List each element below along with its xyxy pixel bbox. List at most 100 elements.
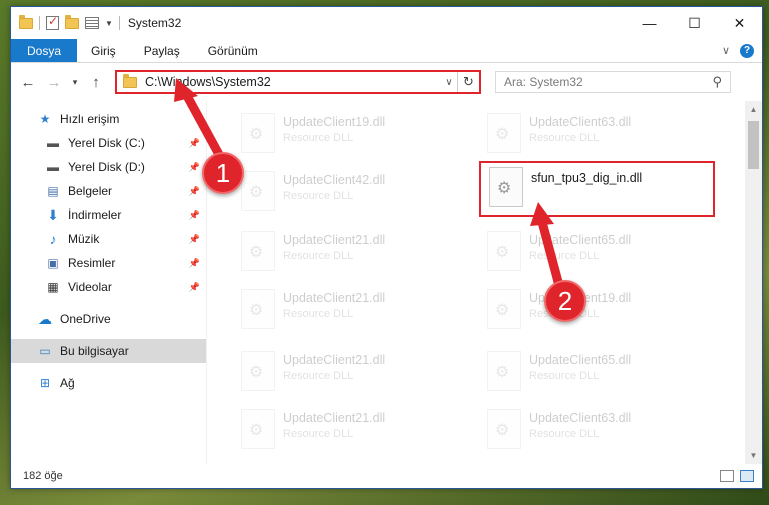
step-1-badge: 1 xyxy=(202,152,244,194)
file-type: Resource DLL xyxy=(529,370,600,382)
download-icon: ⬇ xyxy=(47,206,59,223)
forward-arrow-icon[interactable]: → xyxy=(43,71,65,93)
properties-check-icon[interactable] xyxy=(46,14,59,30)
chevron-down-icon[interactable]: ▼ xyxy=(105,19,113,28)
file-item[interactable]: UpdateClient19.dllResource DLL xyxy=(479,283,709,335)
file-item[interactable]: UpdateClient65.dll Resource DLL xyxy=(479,225,709,277)
window-title: System32 xyxy=(127,16,182,30)
file-item[interactable]: UpdateClient21.dll Resource DLL xyxy=(233,225,463,277)
help-icon[interactable]: ? xyxy=(740,43,754,58)
dll-file-icon xyxy=(487,231,521,271)
file-item[interactable]: UpdateClient21.dll Resource DLL xyxy=(233,345,463,397)
sidebar-item-disk-c[interactable]: ▬ Yerel Disk (C:) 📌 xyxy=(11,131,206,155)
file-name: UpdateClient42.dll xyxy=(283,173,386,187)
sidebar-item-label: OneDrive xyxy=(60,312,111,326)
folder-icon xyxy=(19,14,33,29)
file-type: Resource DLL xyxy=(529,428,600,440)
sidebar-item-pictures[interactable]: ▣ Resimler 📌 xyxy=(11,251,206,275)
back-arrow-icon[interactable]: ← xyxy=(17,71,39,93)
scrollbar-thumb[interactable] xyxy=(748,121,759,169)
maximize-icon[interactable]: ☐ xyxy=(672,7,717,39)
status-bar: 182 öğe xyxy=(11,464,762,488)
sidebar-item-label: Yerel Disk (C:) xyxy=(68,136,145,150)
up-arrow-icon[interactable]: ↑ xyxy=(85,71,107,93)
close-icon[interactable]: ✕ xyxy=(717,7,762,39)
new-folder-icon[interactable] xyxy=(65,14,79,29)
sidebar-item-quick-access[interactable]: ★ Hızlı erişim xyxy=(11,107,206,131)
sidebar-item-label: Videolar xyxy=(68,280,112,294)
dll-file-icon xyxy=(487,351,521,391)
drive-icon: ▬ xyxy=(47,136,59,150)
sidebar-item-music[interactable]: ♪ Müzik 📌 xyxy=(11,227,206,251)
music-icon: ♪ xyxy=(49,231,57,247)
scroll-up-icon[interactable]: ▲ xyxy=(745,101,762,118)
customize-icon[interactable] xyxy=(85,17,99,29)
sidebar-item-videos[interactable]: ▦ Videolar 📌 xyxy=(11,275,206,299)
expand-ribbon-icon[interactable]: ∨ xyxy=(722,44,730,57)
folder-icon xyxy=(123,73,137,88)
search-icon[interactable]: ⚲ xyxy=(712,74,722,90)
file-type: Resource DLL xyxy=(283,428,354,440)
tab-share[interactable]: Paylaş xyxy=(130,39,194,62)
recent-locations-chevron-icon[interactable]: ▾ xyxy=(69,71,81,93)
sidebar-item-this-pc[interactable]: ▭ Bu bilgisayar xyxy=(11,339,206,363)
tab-home[interactable]: Giriş xyxy=(77,39,130,62)
content-area: ★ Hızlı erişim ▬ Yerel Disk (C:) 📌 ▬ Yer… xyxy=(11,101,762,464)
pin-icon[interactable]: 📌 xyxy=(189,210,200,221)
tiles-view-icon[interactable] xyxy=(740,470,754,482)
file-type: Resource DLL xyxy=(283,132,354,144)
file-item[interactable]: UpdateClient63.dll Resource DLL xyxy=(479,403,709,455)
sidebar-item-label: Ağ xyxy=(60,376,75,390)
pin-icon[interactable]: 📌 xyxy=(189,138,200,149)
dll-file-icon xyxy=(489,167,523,207)
sidebar-item-onedrive[interactable]: ☁ OneDrive xyxy=(11,307,206,331)
dll-file-icon xyxy=(241,113,275,153)
target-dll-file[interactable]: sfun_tpu3_dig_in.dll xyxy=(479,161,715,217)
tab-file[interactable]: Dosya xyxy=(11,39,78,62)
item-count: 182 öğe xyxy=(23,470,63,482)
pin-icon[interactable]: 📌 xyxy=(189,234,200,245)
file-item[interactable]: UpdateClient21.dll Resource DLL xyxy=(233,403,463,455)
dll-file-icon xyxy=(241,351,275,391)
file-item[interactable]: UpdateClient65.dll Resource DLL xyxy=(479,345,709,397)
file-name: UpdateClient65.dll xyxy=(529,353,632,367)
dll-file-icon xyxy=(487,113,521,153)
details-view-icon[interactable] xyxy=(720,470,734,482)
sidebar-item-documents[interactable]: ▤ Belgeler 📌 xyxy=(11,179,206,203)
title-bar: ▼ System32 — ☐ ✕ xyxy=(11,7,762,39)
tab-view[interactable]: Görünüm xyxy=(194,39,272,62)
drive-icon: ▬ xyxy=(47,160,59,174)
address-bar[interactable]: C:\Windows\System32 ∨ ↻ xyxy=(115,70,481,94)
pin-icon[interactable]: 📌 xyxy=(189,282,200,293)
address-path[interactable]: C:\Windows\System32 xyxy=(117,73,441,89)
address-dropdown-icon[interactable]: ∨ xyxy=(441,77,457,88)
file-name: UpdateClient21.dll xyxy=(283,291,386,305)
scroll-down-icon[interactable]: ▼ xyxy=(745,447,762,464)
computer-icon: ▭ xyxy=(39,344,51,358)
refresh-icon[interactable]: ↻ xyxy=(457,72,479,92)
view-toggles xyxy=(720,470,754,482)
pictures-icon: ▣ xyxy=(47,256,59,270)
pin-icon[interactable]: 📌 xyxy=(189,258,200,269)
file-item[interactable]: UpdateClient19.dllResource DLL xyxy=(233,107,463,159)
search-input[interactable] xyxy=(504,75,713,89)
file-type: Resource DLL xyxy=(283,308,354,320)
file-item[interactable]: UpdateClient21.dll Resource DLL xyxy=(233,283,463,335)
pin-icon[interactable]: 📌 xyxy=(189,186,200,197)
explorer-window: ▼ System32 — ☐ ✕ Dosya Giriş Paylaş Görü… xyxy=(10,6,763,489)
file-item[interactable]: UpdateClient42.dll Resource DLL xyxy=(233,165,463,217)
minimize-icon[interactable]: — xyxy=(627,7,672,39)
search-box[interactable]: ⚲ xyxy=(495,71,731,93)
pin-icon[interactable]: 📌 xyxy=(189,162,200,173)
file-item[interactable]: UpdateClient63.dll Resource DLL xyxy=(479,107,709,159)
sidebar-item-network[interactable]: ⊞ Ağ xyxy=(11,371,206,395)
vertical-scrollbar[interactable]: ▲ ▼ xyxy=(745,101,762,464)
sidebar-item-downloads[interactable]: ⬇ İndirmeler 📌 xyxy=(11,203,206,227)
toolbar-separator xyxy=(39,16,40,30)
sidebar-item-disk-d[interactable]: ▬ Yerel Disk (D:) 📌 xyxy=(11,155,206,179)
file-type: Resource DLL xyxy=(529,132,600,144)
document-icon: ▤ xyxy=(47,184,59,198)
step-2-badge: 2 xyxy=(544,280,586,322)
